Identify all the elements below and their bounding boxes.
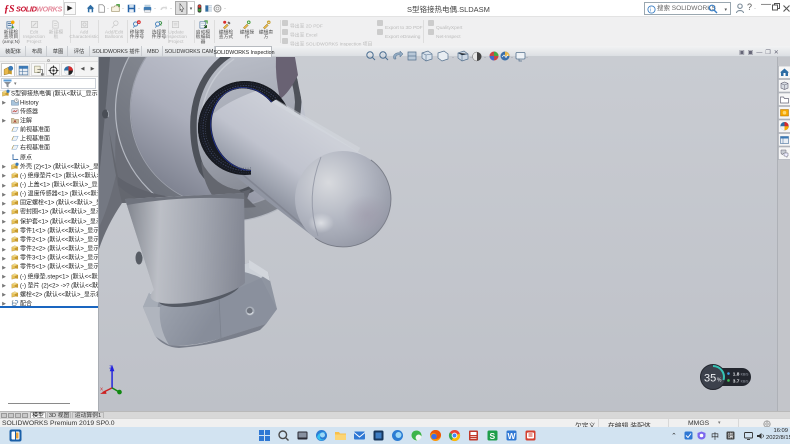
svg-text:i: i [650,7,651,13]
svg-text:1.8: 1.8 [733,372,740,378]
svg-text:·: · [470,55,472,61]
svg-text:W: W [508,431,517,441]
svg-text:·: · [452,55,454,61]
svg-text:SOLID: SOLID [16,5,37,14]
svg-text:·: · [511,55,513,61]
svg-text:S: S [490,431,496,441]
svg-text:·: · [484,55,486,61]
svg-text:3.7: 3.7 [733,379,740,385]
svg-text:·: · [526,55,528,61]
svg-text:35: 35 [704,373,716,385]
svg-text:Z: Z [109,364,112,369]
svg-text:WORKS: WORKS [36,5,63,14]
svg-text:%: % [717,378,722,384]
svg-text:谱: 谱 [728,432,734,440]
svg-text:KB/S: KB/S [741,373,750,377]
svg-text:X: X [100,387,103,392]
svg-text:ƒS: ƒS [4,4,15,15]
svg-text:KB/S: KB/S [741,380,750,384]
